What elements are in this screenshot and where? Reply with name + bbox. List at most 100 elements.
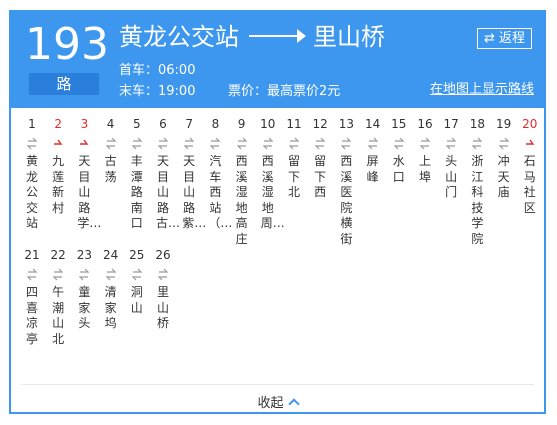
- bidirectional-icon: [79, 268, 90, 281]
- stop-name: 浙江科技学院: [471, 154, 484, 246]
- divider: [21, 384, 534, 385]
- bidirectional-icon: [472, 137, 483, 150]
- stop-item[interactable]: 2 九莲新村: [46, 116, 70, 216]
- stop-item[interactable]: 8 汽车西站（…: [203, 116, 233, 232]
- stop-name: 西溪湿地高庄: [235, 154, 248, 246]
- route-header: 193 路 黄龙公交站 里山桥 首车：06:00 末车：19:00 票价：最高票价…: [11, 12, 544, 108]
- bidirectional-icon: [498, 137, 509, 150]
- stop-number: 18: [469, 117, 486, 131]
- stop-item[interactable]: 21 四喜凉亭: [20, 247, 44, 347]
- bidirectional-icon: [262, 137, 273, 150]
- bidirectional-icon: [105, 137, 116, 150]
- stop-name: 石马社区: [523, 154, 536, 215]
- bidirectional-icon: [131, 268, 142, 281]
- route-suffix-badge: 路: [29, 73, 99, 95]
- single-direction-icon: [54, 139, 63, 145]
- stop-name: 清家坞: [104, 285, 117, 330]
- stop-item[interactable]: 13 西溪医院横街: [334, 116, 358, 247]
- stop-item[interactable]: 25 洞山: [125, 247, 149, 316]
- fare-info: 票价：最高票价2元: [228, 84, 341, 99]
- stop-name: 古荡: [104, 154, 117, 184]
- stop-item[interactable]: 26 里山桥: [151, 247, 175, 332]
- stop-item[interactable]: 15 水口: [387, 116, 411, 185]
- stop-item[interactable]: 20 石马社区: [518, 116, 542, 216]
- stop-number: 14: [364, 117, 381, 131]
- bidirectional-icon: [210, 137, 221, 150]
- stop-number: 19: [495, 117, 512, 131]
- stop-name: 童家头: [78, 285, 91, 330]
- stop-item[interactable]: 22 午潮山北: [46, 247, 70, 347]
- stop-number: 4: [106, 117, 115, 131]
- stop-item[interactable]: 18 浙江科技学院: [465, 116, 489, 247]
- stop-name: 留下北: [287, 154, 300, 199]
- stop-number: 12: [312, 117, 328, 131]
- stop-name: 西溪湿地周…: [260, 154, 285, 230]
- bidirectional-icon: [367, 137, 378, 150]
- stop-name: 黄龙公交站: [25, 154, 38, 230]
- stop-name: 丰潭路南口: [130, 154, 143, 230]
- stop-name: 四喜凉亭: [25, 285, 38, 346]
- bidirectional-icon: [158, 268, 168, 281]
- stop-item[interactable]: 4 古荡: [99, 116, 123, 185]
- bidirectional-icon: [236, 137, 247, 150]
- stop-number: 8: [211, 117, 220, 131]
- single-direction-icon: [525, 139, 535, 145]
- collapse-button[interactable]: 收起: [11, 392, 544, 411]
- bidirectional-icon: [27, 137, 37, 150]
- bidirectional-icon: [315, 137, 326, 150]
- stop-item[interactable]: 7 天目山路紫…: [177, 116, 207, 232]
- stop-item[interactable]: 5 丰潭路南口: [125, 116, 149, 232]
- stop-item[interactable]: 1 黄龙公交站: [20, 116, 44, 232]
- stop-number: 9: [237, 117, 246, 131]
- stop-name: 汽车西站（…: [208, 154, 233, 230]
- stop-item[interactable]: 16 上埠: [413, 116, 437, 185]
- origin-stop: 黄龙公交站: [119, 23, 239, 51]
- stop-name: 屏峰: [366, 154, 379, 184]
- direction-arrow-icon: [249, 29, 306, 43]
- stop-name: 西溪医院横街: [340, 154, 353, 246]
- stop-number: 24: [102, 248, 119, 262]
- bidirectional-icon: [289, 137, 299, 150]
- stop-name: 水口: [392, 154, 405, 184]
- stop-item[interactable]: 10 西溪湿地周…: [256, 116, 285, 232]
- stop-number: 22: [50, 248, 66, 262]
- return-trip-button[interactable]: ⇄ 返程: [476, 28, 532, 49]
- stop-item[interactable]: 11 留下北: [282, 116, 306, 201]
- stop-name: 洞山: [130, 285, 143, 315]
- bidirectional-icon: [446, 137, 457, 150]
- bidirectional-icon: [184, 137, 195, 150]
- stop-name: 天目山路学…: [77, 154, 102, 230]
- stop-number: 6: [159, 117, 167, 131]
- stop-name: 留下西: [314, 154, 327, 199]
- bidirectional-icon: [131, 137, 142, 150]
- show-on-map-link[interactable]: 在地图上显示路线: [430, 78, 534, 97]
- stop-name: 冲天庙: [497, 154, 510, 199]
- stop-item[interactable]: 19 冲天庙: [492, 116, 516, 201]
- stop-item[interactable]: 23 童家头: [72, 247, 96, 332]
- stop-item[interactable]: 3 天目山路学…: [72, 116, 102, 232]
- stop-number: 7: [185, 117, 193, 131]
- collapse-label: 收起: [257, 396, 284, 411]
- stop-number: 15: [391, 117, 407, 131]
- stop-item[interactable]: 12 留下西: [308, 116, 332, 201]
- chevron-up-icon: [287, 398, 300, 410]
- stop-name: 头山门: [445, 154, 458, 199]
- first-bus-time: 首车：06:00: [119, 63, 196, 78]
- stop-item[interactable]: 9 西溪湿地高庄: [230, 116, 254, 247]
- stop-number: 21: [24, 248, 40, 262]
- route-number: 193: [25, 19, 109, 70]
- stop-name: 天目山路紫…: [182, 154, 207, 230]
- bidirectional-icon: [393, 137, 404, 150]
- stop-item[interactable]: 6 天目山路古…: [151, 116, 180, 232]
- stop-number: 25: [129, 248, 145, 262]
- stop-number: 1: [28, 117, 36, 131]
- single-direction-icon: [80, 139, 89, 145]
- stop-name: 里山桥: [156, 285, 169, 330]
- stop-number: 5: [132, 117, 141, 131]
- stop-item[interactable]: 17 头山门: [439, 116, 463, 201]
- bus-route-card: 193 路 黄龙公交站 里山桥 首车：06:00 末车：19:00 票价：最高票价…: [9, 10, 546, 414]
- stop-item[interactable]: 14 屏峰: [361, 116, 385, 185]
- stop-number: 23: [76, 248, 93, 262]
- bidirectional-icon: [341, 137, 352, 150]
- stop-item[interactable]: 24 清家坞: [99, 247, 123, 332]
